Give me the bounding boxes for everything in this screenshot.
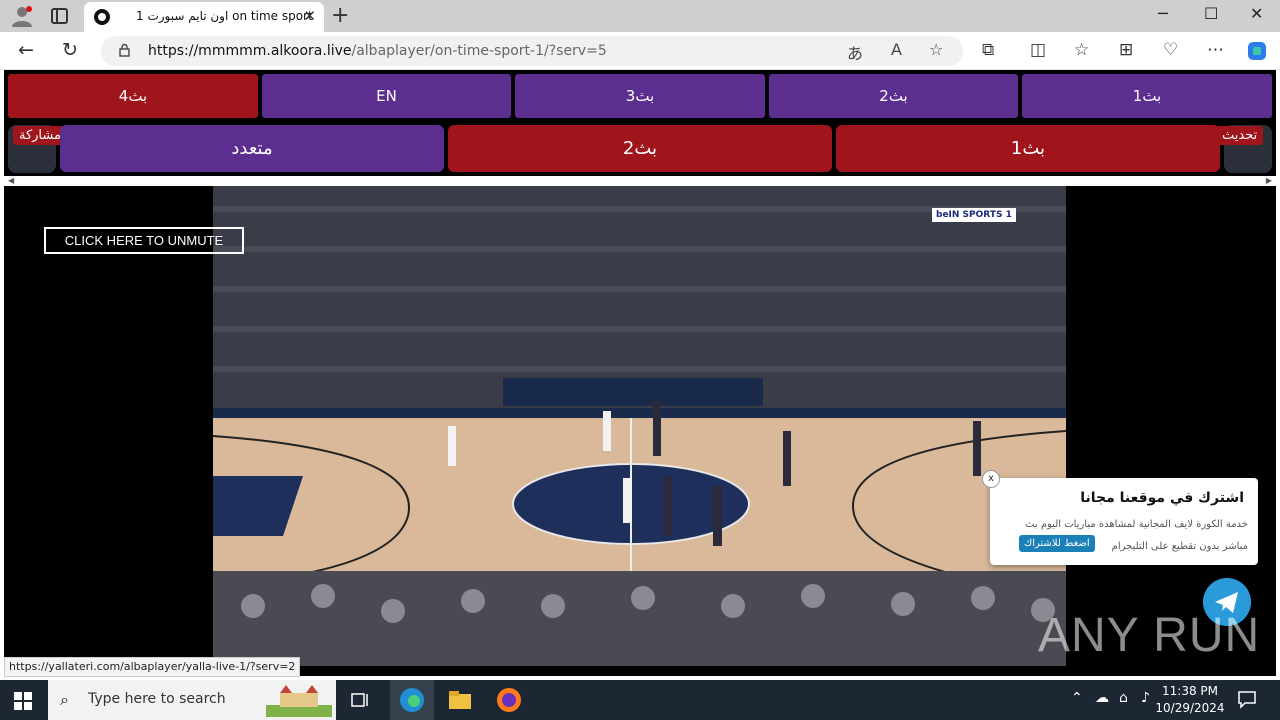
lock-icon[interactable]: [119, 43, 130, 57]
server-button-4[interactable]: بث4: [8, 74, 258, 118]
basketball-court-image: [213, 186, 1066, 666]
edge-browser-icon[interactable]: [398, 686, 426, 714]
clock-date: 10/29/2024: [1155, 701, 1225, 715]
more-menu-icon[interactable]: ⋯: [1207, 40, 1224, 60]
refresh-icon[interactable]: ↻: [62, 39, 78, 61]
server-button-en[interactable]: EN: [262, 74, 511, 118]
multi-server-button[interactable]: متعدد: [60, 125, 444, 172]
stream-1-button[interactable]: بث1: [836, 125, 1220, 172]
soccer-ball-icon: [94, 9, 110, 25]
server-button-2[interactable]: بث2: [769, 74, 1018, 118]
url-host: https://mmmmm.alkoora.live: [148, 43, 352, 59]
new-tab-button[interactable]: +: [331, 3, 349, 28]
translate-icon[interactable]: あ: [847, 40, 863, 64]
video-frame[interactable]: beIN SPORTS 1: [213, 186, 1066, 666]
windows-taskbar: ⌕ Type here to search ⌃ ☁ ⌂ ♪ 11:38 PM 1…: [0, 680, 1280, 720]
collections-icon[interactable]: ⊞: [1119, 40, 1133, 60]
share-label: مشاركة: [13, 126, 67, 145]
server-button-1[interactable]: بث1: [1022, 74, 1272, 118]
status-bar-url: https://yallateri.com/albaplayer/yalla-l…: [4, 657, 301, 677]
read-aloud-icon[interactable]: A: [891, 40, 902, 59]
active-tab[interactable]: اون تايم سبورت 1 on time sport ✕: [84, 2, 324, 32]
stream-2-button[interactable]: بث2: [448, 125, 832, 172]
tab-close-button[interactable]: ✕: [303, 7, 316, 25]
server-button-3[interactable]: بث3: [515, 74, 765, 118]
address-bar[interactable]: https://mmmmm.alkoora.live/albaplayer/on…: [101, 36, 963, 66]
notification-icon[interactable]: [1236, 688, 1258, 710]
popup-close-button[interactable]: x: [982, 470, 1000, 488]
subscribe-popup: x اشترك في موقعنا مجانا خدمة الكورة لايف…: [982, 470, 1258, 565]
popup-title: اشترك في موقعنا مجانا: [1080, 490, 1244, 506]
maximize-button[interactable]: ☐: [1204, 4, 1218, 23]
windows-start-icon[interactable]: [14, 692, 32, 710]
url-text[interactable]: https://mmmmm.alkoora.live/albaplayer/on…: [148, 43, 607, 59]
anyrun-watermark: ANY RUN: [1038, 609, 1261, 662]
popup-subscribe-button[interactable]: اضغط للاشتراك: [1019, 535, 1095, 552]
favorite-star-icon[interactable]: ☆: [929, 40, 943, 59]
taskbar-search-box[interactable]: ⌕ Type here to search: [48, 680, 336, 720]
video-player[interactable]: beIN SPORTS 1 CLICK HERE TO UNMUTE: [4, 186, 1276, 666]
unmute-button[interactable]: CLICK HERE TO UNMUTE: [44, 227, 244, 254]
copilot-icon[interactable]: [1246, 40, 1268, 62]
show-hidden-icons[interactable]: ⌃: [1071, 690, 1083, 706]
taskbar-clock[interactable]: 11:38 PM 10/29/2024: [1150, 683, 1230, 717]
profile-icon[interactable]: [10, 5, 34, 27]
back-arrow-icon[interactable]: ←: [18, 39, 34, 61]
tab-actions-icon[interactable]: [51, 8, 68, 24]
firefox-icon[interactable]: [495, 686, 523, 714]
refresh-label: تحديث: [1216, 126, 1264, 145]
scroll-left-icon[interactable]: ◀: [8, 176, 14, 185]
split-screen-icon[interactable]: ◫: [1030, 40, 1046, 60]
scroll-right-icon[interactable]: ▶: [1266, 176, 1272, 185]
volume-icon[interactable]: ♪: [1141, 690, 1150, 706]
close-window-button[interactable]: ✕: [1250, 4, 1263, 23]
extensions-icon[interactable]: ⧉: [982, 40, 994, 60]
browser-essentials-icon[interactable]: ♡: [1163, 40, 1178, 60]
browser-tab-bar: اون تايم سبورت 1 on time sport ✕ + ─ ☐ ✕: [0, 0, 1280, 32]
clock-time: 11:38 PM: [1162, 684, 1218, 698]
task-view-icon[interactable]: [346, 686, 374, 714]
network-icon[interactable]: ⌂: [1119, 690, 1128, 706]
onedrive-icon[interactable]: ☁: [1095, 690, 1109, 706]
url-path: /albaplayer/on-time-sport-1/?serv=5: [351, 43, 607, 59]
horizontal-scrollbar[interactable]: ◀ ▶: [4, 176, 1276, 186]
channel-logo: beIN SPORTS 1: [932, 208, 1016, 222]
favorites-icon[interactable]: ☆: [1074, 40, 1089, 60]
address-toolbar: ← ↻ https://mmmmm.alkoora.live/albaplaye…: [0, 32, 1280, 70]
file-explorer-icon[interactable]: [446, 686, 474, 714]
minimize-button[interactable]: ─: [1158, 4, 1168, 23]
tab-title: اون تايم سبورت 1 on time sport: [136, 9, 313, 23]
search-icon: ⌕: [60, 690, 69, 709]
search-placeholder: Type here to search: [88, 691, 226, 707]
search-highlight-castle-icon: [266, 685, 332, 717]
